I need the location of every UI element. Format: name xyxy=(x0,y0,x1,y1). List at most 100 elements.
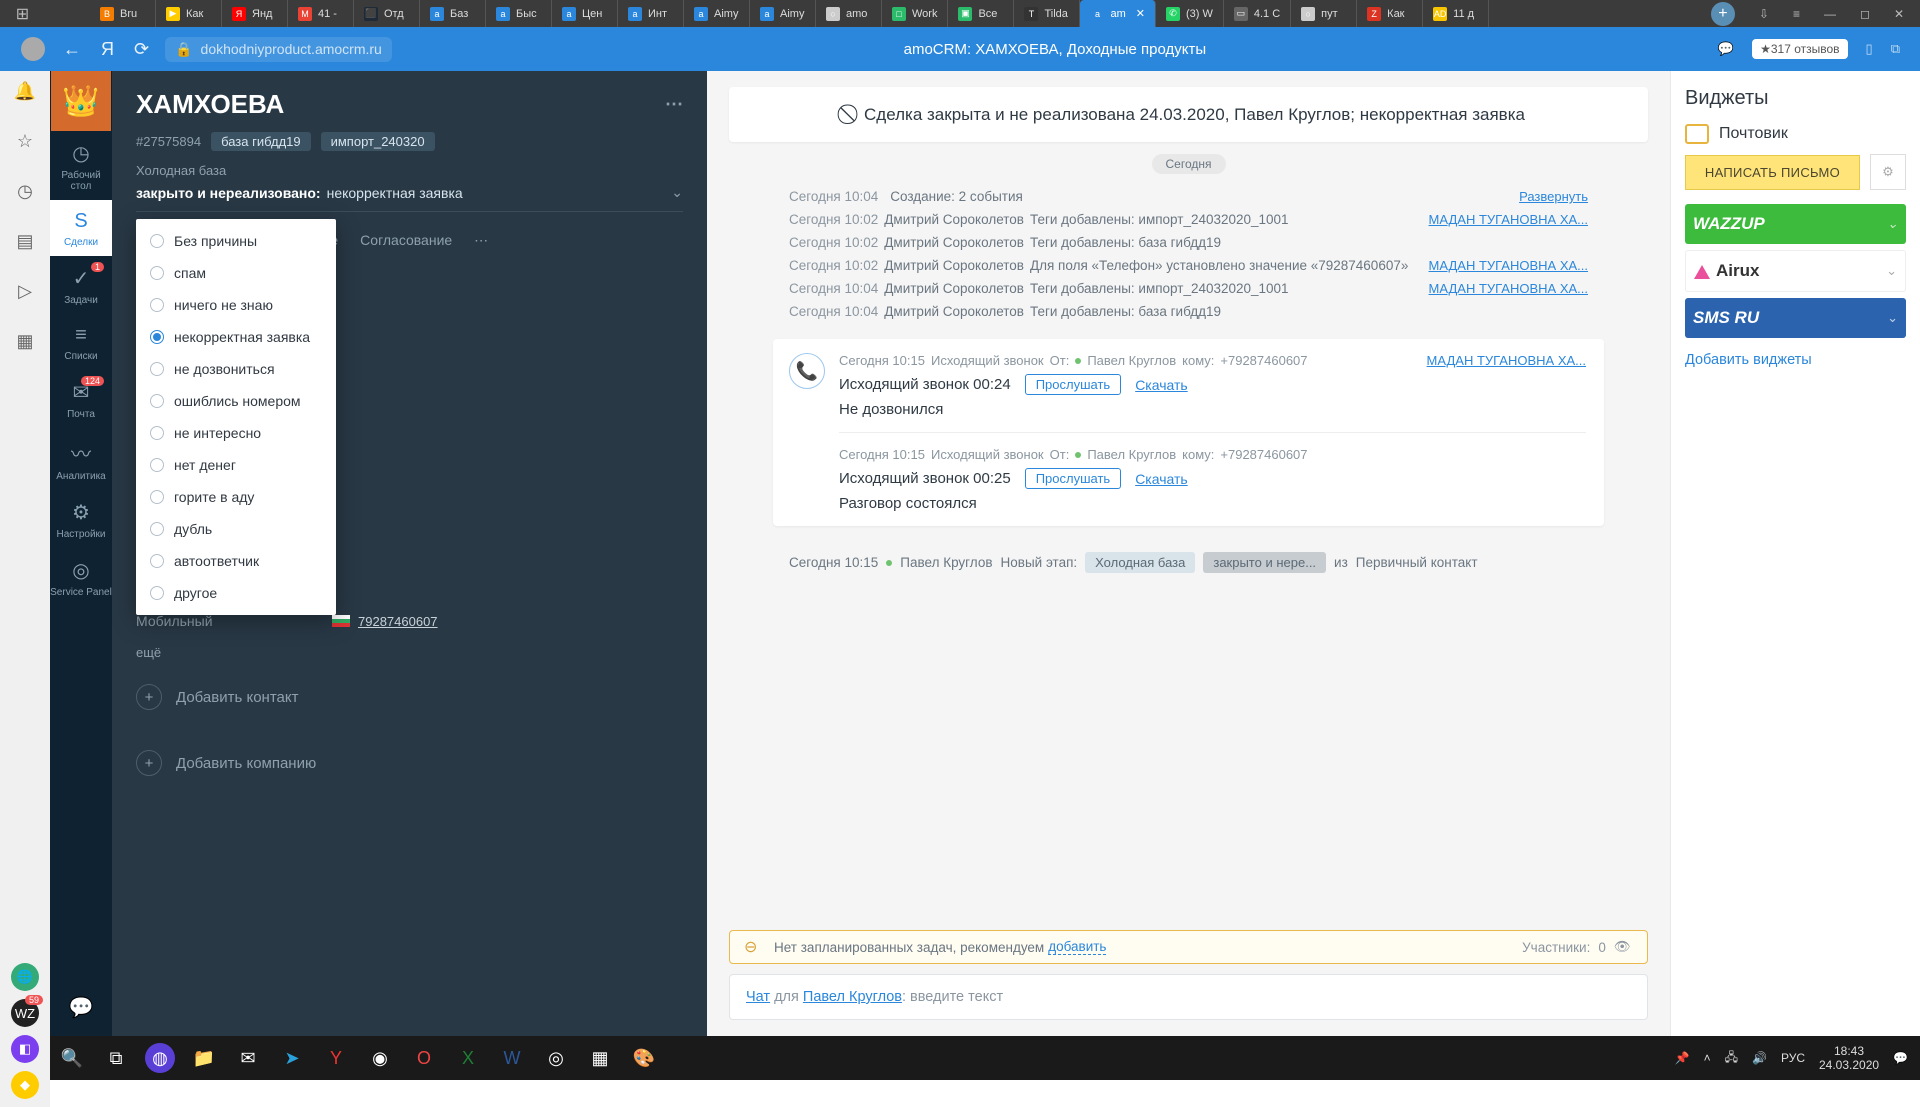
write-mail-button[interactable]: НАПИСАТЬ ПИСЬМО xyxy=(1685,155,1860,190)
reason-option[interactable]: другое xyxy=(136,577,336,609)
reason-option[interactable]: не дозвониться xyxy=(136,353,336,385)
browser-tab[interactable]: ⬛Отд xyxy=(354,0,420,27)
nav-item-Service Panel[interactable]: ◎Service Panel xyxy=(50,548,112,606)
widget-airux[interactable]: Airux⌄ xyxy=(1685,250,1906,292)
browser-tab[interactable]: M41 - xyxy=(288,0,354,27)
eye-off-icon[interactable]: 👁 xyxy=(1614,939,1631,955)
browser-tab[interactable]: aЦен xyxy=(552,0,618,27)
bookmark-icon[interactable]: ▯ xyxy=(1866,41,1873,57)
search-icon[interactable]: 🔍 xyxy=(50,1036,94,1080)
nav-item-Сделки[interactable]: SСделки xyxy=(50,200,112,256)
star-icon[interactable]: ☆ xyxy=(13,129,37,153)
browser-tab[interactable]: aAimy xyxy=(750,0,816,27)
event-link[interactable]: МАДАН ТУГАНОВНА ХА... xyxy=(1429,258,1588,273)
tray-pin-icon[interactable]: 📌 xyxy=(1675,1051,1690,1065)
deal-tag[interactable]: база гибдд19 xyxy=(211,132,311,151)
browser-tab[interactable]: aБаз xyxy=(420,0,486,27)
nav-reload-icon[interactable]: ⟳ xyxy=(134,39,149,60)
deal-title[interactable]: ХАМХОЕВА xyxy=(136,89,284,120)
user-avatar-icon[interactable] xyxy=(21,37,45,61)
reason-option[interactable]: дубль xyxy=(136,513,336,545)
close-tab-icon[interactable]: ✕ xyxy=(1136,7,1145,20)
browser-tab[interactable]: aБыс xyxy=(486,0,552,27)
reason-option[interactable]: ничего не знаю xyxy=(136,289,336,321)
chat-input[interactable]: Чат для Павел Круглов: введите текст xyxy=(729,974,1648,1020)
add-task-link[interactable]: добавить xyxy=(1048,939,1106,955)
reason-option[interactable]: автоответчик xyxy=(136,545,336,577)
user-logo[interactable]: 👑 xyxy=(51,71,111,131)
listen-button[interactable]: Прослушать xyxy=(1025,468,1122,489)
browser-tab[interactable]: aИнт xyxy=(618,0,684,27)
qr-icon[interactable]: ▦ xyxy=(13,329,37,353)
phone-number[interactable]: 79287460607 xyxy=(358,614,438,629)
file-explorer-icon[interactable]: 📁 xyxy=(182,1036,226,1080)
download-link[interactable]: Скачать xyxy=(1135,471,1188,487)
nav-back-icon[interactable]: ← xyxy=(63,39,81,60)
browser-tab[interactable]: ○пут xyxy=(1291,0,1357,27)
reason-option[interactable]: не интересно xyxy=(136,417,336,449)
window-minimize-icon[interactable]: — xyxy=(1824,7,1836,21)
widget-wazzup[interactable]: WAZZUP⌄ xyxy=(1685,204,1906,244)
chat-user-link[interactable]: Павел Круглов xyxy=(803,989,902,1005)
browser-tab[interactable]: ○amo xyxy=(816,0,882,27)
event-link[interactable]: МАДАН ТУГАНОВНА ХА... xyxy=(1429,212,1588,227)
opera-icon[interactable]: O xyxy=(402,1036,446,1080)
os-bottom-icon[interactable]: WZ59 xyxy=(11,999,39,1027)
nav-item-Настройки[interactable]: ⚙Настройки xyxy=(50,490,112,548)
tray-network-icon[interactable]: 🖧 xyxy=(1725,1048,1738,1069)
tray-language[interactable]: РУС xyxy=(1781,1051,1805,1065)
browser-tab[interactable]: aam✕ xyxy=(1080,0,1156,27)
reason-option[interactable]: некорректная заявка xyxy=(136,321,336,353)
nav-item-Задачи[interactable]: ✓Задачи1 xyxy=(50,256,112,314)
new-tab-button[interactable]: + xyxy=(1711,2,1735,26)
nav-chat-icon[interactable]: 💬 xyxy=(50,985,112,1036)
browser-tab[interactable]: BBru xyxy=(90,0,156,27)
os-bottom-icon[interactable]: ◆ xyxy=(11,1071,39,1099)
add-contact-button[interactable]: +Добавить контакт xyxy=(112,664,707,730)
mail-app-icon[interactable]: ✉ xyxy=(226,1036,270,1080)
nav-item-Аналитика[interactable]: 〰Аналитика xyxy=(50,428,112,490)
stage-more-icon[interactable]: ⋯ xyxy=(474,232,488,249)
word-icon[interactable]: W xyxy=(490,1036,534,1080)
task-view-icon[interactable]: ⧉ xyxy=(94,1036,138,1080)
apps-grid-icon[interactable]: ⊞ xyxy=(16,4,29,24)
deal-tag[interactable]: импорт_240320 xyxy=(321,132,435,151)
browser-tab[interactable]: ▶Как xyxy=(156,0,222,27)
yandex-home-icon[interactable]: Я xyxy=(101,39,114,60)
downloads-icon[interactable]: ⇩ xyxy=(1759,7,1769,21)
play-circle-icon[interactable]: ▷ xyxy=(13,279,37,303)
browser-tab[interactable]: ✆(3) W xyxy=(1156,0,1224,27)
tray-clock[interactable]: 18:43 24.03.2020 xyxy=(1819,1044,1879,1073)
yandex-disk-icon[interactable]: ◍ xyxy=(145,1043,175,1073)
window-maximize-icon[interactable]: ◻ xyxy=(1860,7,1870,21)
yandex-browser-icon[interactable]: Y xyxy=(314,1036,358,1080)
url-input[interactable]: 🔒 dokhodniyproduct.amocrm.ru xyxy=(165,37,392,62)
nav-item-Почта[interactable]: ✉Почта124 xyxy=(50,370,112,428)
download-link[interactable]: Скачать xyxy=(1135,377,1188,393)
browser-tab[interactable]: ▣Все xyxy=(948,0,1014,27)
chat-link[interactable]: Чат xyxy=(746,989,770,1005)
obs-icon[interactable]: ◎ xyxy=(534,1036,578,1080)
notification-icon[interactable]: 🔔 xyxy=(13,79,37,103)
stage-tab[interactable]: Согласование xyxy=(360,232,452,249)
add-company-button[interactable]: +Добавить компанию xyxy=(112,730,707,796)
event-link[interactable]: Развернуть xyxy=(1519,189,1588,204)
reason-option[interactable]: спам xyxy=(136,257,336,289)
widget-postovik[interactable]: Почтовик xyxy=(1685,124,1906,144)
event-link[interactable]: МАДАН ТУГАНОВНА ХА... xyxy=(1429,281,1588,296)
listen-button[interactable]: Прослушать xyxy=(1025,374,1122,395)
reason-option[interactable]: нет денег xyxy=(136,449,336,481)
chat-icon[interactable]: 💬 xyxy=(1718,41,1734,57)
extensions-icon[interactable]: ⧉ xyxy=(1891,41,1900,57)
menu-icon[interactable]: ≡ xyxy=(1793,7,1800,21)
telegram-icon[interactable]: ➤ xyxy=(270,1036,314,1080)
os-bottom-icon[interactable]: ◧ xyxy=(11,1035,39,1063)
window-close-icon[interactable]: ✕ xyxy=(1894,7,1904,21)
browser-tab[interactable]: ЯЯнд xyxy=(222,0,288,27)
nav-item-Списки[interactable]: ≡Списки xyxy=(50,314,112,370)
browser-tab[interactable]: □Work xyxy=(882,0,948,27)
browser-tab[interactable]: ZКак xyxy=(1357,0,1423,27)
nav-item-Рабочий стол[interactable]: ◷Рабочий стол xyxy=(50,131,112,200)
browser-tab[interactable]: ▭4.1 С xyxy=(1224,0,1291,27)
widget-smsru[interactable]: SMS RU⌄ xyxy=(1685,298,1906,338)
